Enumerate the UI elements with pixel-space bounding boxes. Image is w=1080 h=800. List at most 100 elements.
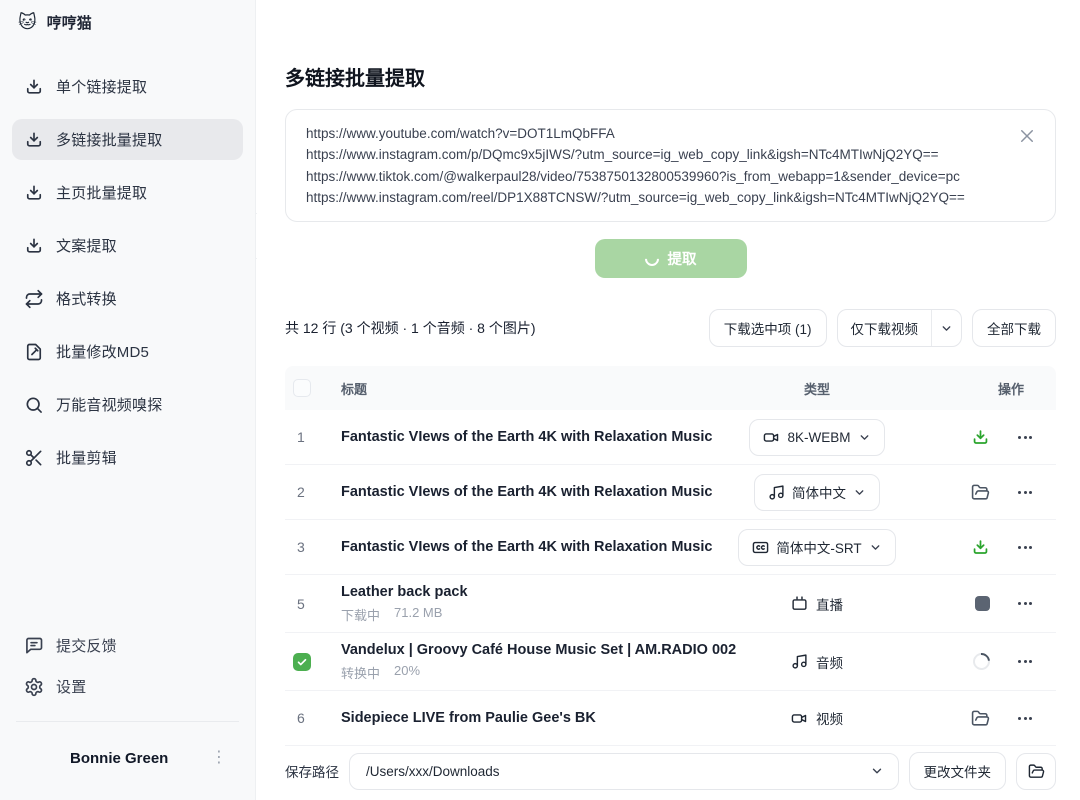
type-label: 视频 (816, 708, 843, 728)
row-title: Sidepiece LIVE from Paulie Gee's BK (341, 710, 596, 726)
row-status: 转换中 20% (341, 663, 686, 682)
format-select[interactable]: 8K-WEBM (749, 419, 884, 456)
status-detail: 71.2 MB (394, 605, 442, 624)
folder-open-icon (971, 483, 990, 502)
format-label: 8K-WEBM (787, 430, 850, 445)
tv-icon (791, 595, 808, 612)
type-label-group: 视频 (791, 708, 843, 728)
column-header-title: 标题 (341, 379, 702, 398)
row-more-button[interactable] (1016, 542, 1034, 553)
check-icon (296, 656, 308, 668)
format-select[interactable]: 简体中文-SRT (738, 529, 895, 566)
download-icon (24, 236, 44, 256)
row-more-button[interactable] (1016, 713, 1034, 724)
save-path-value: /Users/xxx/Downloads (366, 764, 870, 779)
row-index: 1 (293, 429, 305, 445)
video-only-dropdown[interactable] (931, 310, 961, 346)
chevron-down-icon (870, 764, 884, 778)
sidebar-item-feedback[interactable]: 提交反馈 (12, 625, 243, 666)
download-row-button[interactable] (970, 537, 990, 557)
file-edit-icon (24, 342, 44, 362)
sidebar-item-multi-extract[interactable]: 多链接批量提取 (12, 119, 243, 160)
stop-button[interactable] (975, 596, 990, 611)
status-label: 下载中 (341, 605, 380, 624)
music-note-icon (791, 653, 808, 670)
chevron-down-icon (853, 486, 866, 499)
save-path-select[interactable]: /Users/xxx/Downloads (349, 753, 899, 790)
save-path-bar: 保存路径 /Users/xxx/Downloads 更改文件夹 (257, 752, 1080, 800)
download-icon (24, 183, 44, 203)
music-note-icon (768, 484, 785, 501)
table-header: 标题 类型 操作 (285, 366, 1056, 410)
video-only-split-button[interactable]: 仅下载视频 (837, 309, 963, 347)
row-more-button[interactable] (1016, 598, 1034, 609)
open-folder-button[interactable] (970, 708, 990, 728)
search-icon (24, 395, 44, 415)
download-selected-button[interactable]: 下载选中项 (1) (709, 309, 827, 347)
sidebar-item-label: 主页批量提取 (56, 182, 147, 203)
sidebar-item-settings[interactable]: 设置 (12, 666, 243, 707)
row-index: 5 (293, 596, 305, 612)
row-checkbox-checked[interactable] (293, 653, 311, 671)
sidebar-item-md5[interactable]: 批量修改MD5 (12, 331, 243, 372)
download-icon (24, 77, 44, 97)
sidebar-item-single-extract[interactable]: 单个链接提取 (12, 66, 243, 107)
row-title: Fantastic VIews of the Earth 4K with Rel… (341, 429, 712, 445)
sidebar-item-batch-edit[interactable]: 批量剪辑 (12, 437, 243, 478)
chevron-down-icon (869, 541, 882, 554)
results-summary: 共 12 行 (3 个视频 · 1 个音频 · 8 个图片) (285, 318, 535, 338)
app-window: 🐱 哼哼猫 单个链接提取 多链接批量提取 主页批量提取 文案提取 格 (0, 0, 1080, 800)
select-all-checkbox[interactable] (293, 379, 311, 397)
sidebar-footer: 提交反馈 设置 Bonnie Green ⋮ (0, 625, 255, 800)
column-header-type: 类型 (702, 379, 932, 398)
open-save-folder-button[interactable] (1016, 753, 1056, 790)
format-select[interactable]: 简体中文 (754, 474, 880, 511)
open-folder-button[interactable] (970, 482, 990, 502)
extract-button-label: 提取 (668, 248, 697, 269)
row-more-button[interactable] (1016, 656, 1034, 667)
status-detail: 20% (394, 663, 420, 682)
row-title: Fantastic VIews of the Earth 4K with Rel… (341, 539, 712, 555)
user-menu-kebab-icon[interactable]: ⋮ (205, 746, 233, 770)
sidebar-item-sniffer[interactable]: 万能音视频嗅探 (12, 384, 243, 425)
progress-spinner-icon (970, 650, 994, 674)
sidebar-item-label: 多链接批量提取 (56, 129, 162, 150)
download-all-button[interactable]: 全部下载 (972, 309, 1056, 347)
scissors-icon (24, 448, 44, 468)
sidebar-item-copy-extract[interactable]: 文案提取 (12, 225, 243, 266)
change-folder-button[interactable]: 更改文件夹 (909, 752, 1007, 790)
format-label: 简体中文 (792, 482, 846, 502)
sidebar-item-label: 设置 (56, 676, 86, 697)
download-row-button[interactable] (970, 427, 990, 447)
download-icon (971, 538, 990, 557)
sidebar-divider (16, 721, 239, 722)
row-more-button[interactable] (1016, 432, 1034, 443)
url-line: https://www.youtube.com/watch?v=DOT1LmQb… (306, 123, 1003, 144)
clear-urls-button[interactable] (1013, 122, 1041, 150)
table-row: 5 Leather back pack 下载中 71.2 MB 直播 (285, 575, 1056, 633)
download-icon (24, 130, 44, 150)
bulk-actions: 下载选中项 (1) 仅下载视频 全部下载 (709, 309, 1056, 347)
close-icon (1018, 127, 1036, 145)
sidebar-item-label: 批量修改MD5 (56, 341, 149, 362)
video-only-label[interactable]: 仅下载视频 (838, 310, 932, 346)
format-label: 简体中文-SRT (776, 537, 861, 557)
url-line: https://www.instagram.com/reel/DP1X88TCN… (306, 187, 1003, 208)
app-logo-cat-icon: 🐱 (18, 13, 37, 31)
feedback-chat-icon (24, 636, 44, 656)
sidebar-item-label: 提交反馈 (56, 635, 117, 656)
row-index: 2 (293, 484, 305, 500)
type-label: 直播 (816, 594, 843, 614)
sidebar-item-label: 文案提取 (56, 235, 117, 256)
url-textarea[interactable]: https://www.youtube.com/watch?v=DOT1LmQb… (285, 109, 1056, 222)
sidebar-item-homepage-extract[interactable]: 主页批量提取 (12, 172, 243, 213)
type-label-group: 直播 (791, 594, 843, 614)
sidebar-item-label: 批量剪辑 (56, 447, 117, 468)
sidebar-item-format-convert[interactable]: 格式转换 (12, 278, 243, 319)
row-more-button[interactable] (1016, 487, 1034, 498)
folder-open-icon (1028, 763, 1045, 780)
user-profile[interactable]: Bonnie Green ⋮ (12, 732, 243, 790)
table-row: 6 Sidepiece LIVE from Paulie Gee's BK 视频 (285, 691, 1056, 746)
video-camera-icon (791, 710, 808, 727)
extract-button[interactable]: 提取 (595, 239, 747, 278)
